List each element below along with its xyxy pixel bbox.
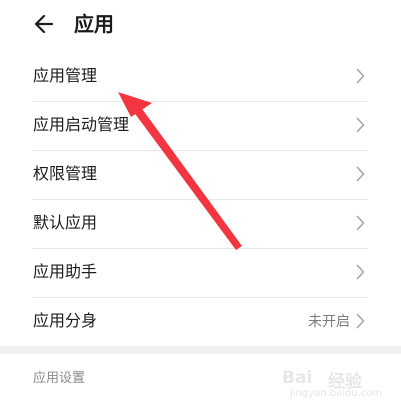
menu-item-app-twin[interactable]: 应用分身 未开启 [0, 297, 401, 346]
section-title: 应用设置 [33, 371, 86, 386]
menu-item-label: 应用启动管理 [33, 115, 130, 134]
menu-item-label: 应用管理 [33, 66, 98, 85]
top-app-bar: 应用 [0, 0, 401, 52]
section-gap [0, 346, 401, 354]
menu-item-label: 应用助手 [33, 262, 98, 281]
menu-item-label: 默认应用 [33, 213, 98, 232]
status-text: 未开启 [308, 314, 350, 330]
menu-item-label: 权限管理 [33, 164, 98, 183]
chevron-right-icon [356, 166, 365, 182]
chevron-right-icon [356, 68, 365, 84]
watermark-url: jingyan.baidu.com [290, 388, 383, 399]
page-title: 应用 [74, 12, 114, 36]
arrow-left-icon[interactable] [34, 12, 54, 36]
chevron-right-icon [356, 117, 365, 133]
chevron-right-icon [356, 313, 365, 329]
menu-item-label: 应用分身 [33, 311, 98, 330]
menu-item-app-management[interactable]: 应用管理 [0, 52, 401, 101]
menu-item-permission-management[interactable]: 权限管理 [0, 150, 401, 199]
menu-list: 应用管理 应用启动管理 权限管理 默认应用 应用助手 应用分身 未开启 [0, 52, 401, 346]
menu-item-default-apps[interactable]: 默认应用 [0, 199, 401, 248]
menu-item-app-assistant[interactable]: 应用助手 [0, 248, 401, 297]
menu-item-app-startup-management[interactable]: 应用启动管理 [0, 101, 401, 150]
chevron-right-icon [356, 215, 365, 231]
chevron-right-icon [356, 264, 365, 280]
watermark: Bai 经验 jingyan.baidu.com [282, 366, 398, 400]
watermark-logo: Bai [282, 368, 313, 388]
